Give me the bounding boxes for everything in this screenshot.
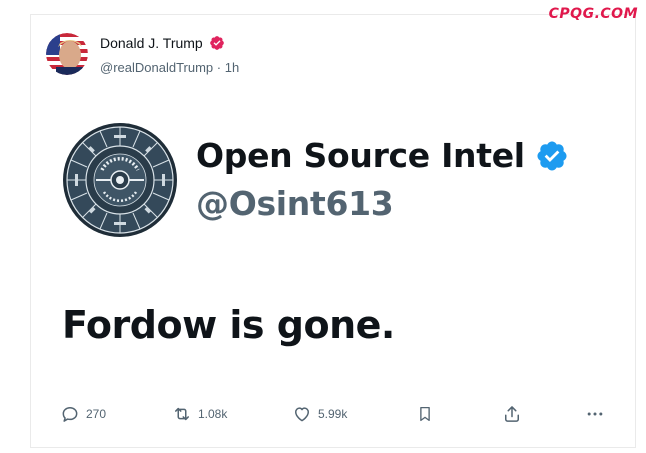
- author-handle[interactable]: @realDonaldTrump: [100, 60, 213, 75]
- osint-logo: [62, 122, 178, 238]
- more-options-button[interactable]: [585, 403, 605, 425]
- repost-button[interactable]: 1.08k: [172, 403, 227, 425]
- verified-blue-badge-icon: [535, 139, 569, 173]
- post-text: Fordow is gone.: [62, 303, 395, 347]
- like-count: 5.99k: [318, 407, 348, 421]
- reply-button[interactable]: 270: [60, 403, 106, 425]
- verified-badge-icon: [209, 35, 225, 51]
- time-separator: ·: [213, 60, 225, 75]
- embedded-account-name: Open Source Intel: [196, 136, 525, 175]
- heart-icon: [292, 404, 312, 424]
- author-handle-row[interactable]: @realDonaldTrump · 1h: [100, 60, 239, 75]
- reply-count: 270: [86, 407, 107, 421]
- bookmark-icon: [416, 404, 434, 424]
- post-timestamp[interactable]: 1h: [225, 60, 239, 75]
- more-dots-icon: [585, 404, 605, 424]
- author-name-row[interactable]: Donald J. Trump: [100, 35, 225, 51]
- like-button[interactable]: 5.99k: [292, 403, 347, 425]
- share-button[interactable]: [502, 403, 522, 425]
- speech-bubble-icon: [60, 404, 80, 424]
- embedded-account-name-row: Open Source Intel: [196, 136, 569, 175]
- repost-count: 1.08k: [198, 407, 228, 421]
- watermark: CPQG.COM: [548, 6, 638, 22]
- bookmark-button[interactable]: [416, 403, 434, 425]
- author-name[interactable]: Donald J. Trump: [100, 35, 203, 51]
- repost-arrows-icon: [172, 404, 192, 424]
- share-upload-icon: [502, 404, 522, 424]
- author-avatar[interactable]: [46, 33, 88, 75]
- embedded-account-handle: @Osint613: [196, 184, 394, 223]
